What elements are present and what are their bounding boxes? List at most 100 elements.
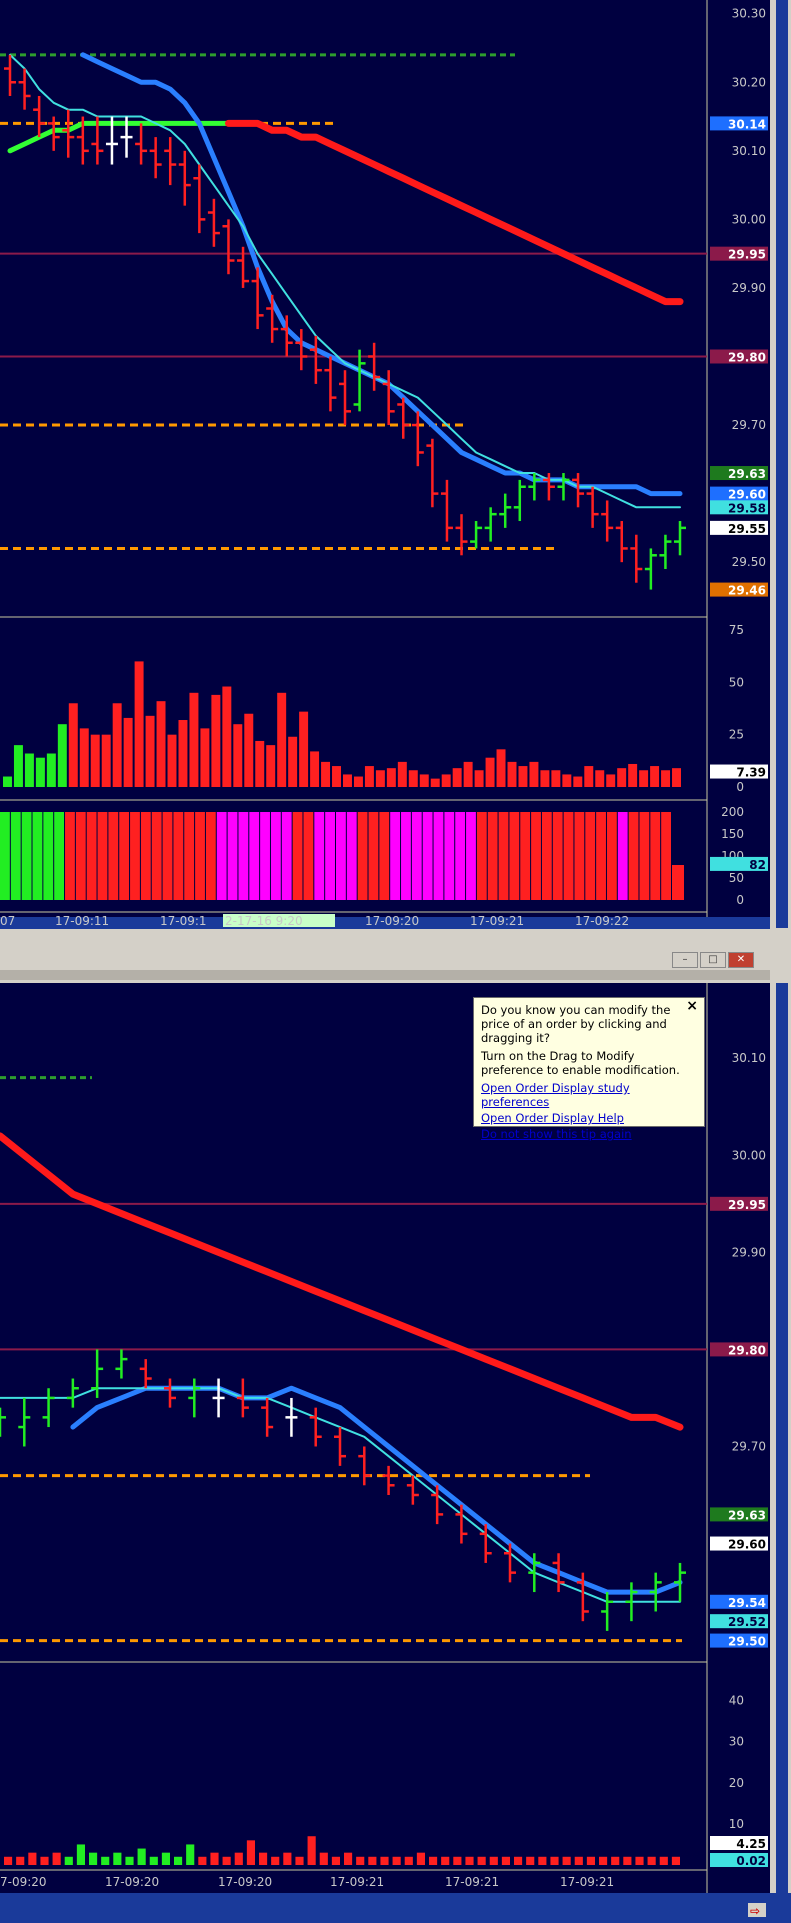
tip-link-dismiss[interactable]: Do not show this tip again: [481, 1127, 697, 1141]
indicator-bar: [260, 812, 270, 900]
volume-bar: [246, 1840, 255, 1865]
volume-bar: [211, 694, 221, 787]
indicator-bar: [628, 812, 639, 900]
volume-bar: [380, 1856, 389, 1865]
price-axis-label: 30.30: [732, 7, 766, 21]
volume-bar: [356, 1856, 365, 1865]
volume-bar: [518, 766, 528, 787]
indicator-bar: [336, 812, 346, 900]
top-scrollbar[interactable]: [776, 0, 788, 928]
time-axis-label: 2-17-16 9:20: [225, 914, 303, 928]
price-axis-label: 30.10: [732, 1051, 766, 1065]
volume-bar: [408, 770, 418, 787]
indicator-bar: [379, 812, 390, 900]
volume-bar: [628, 763, 638, 787]
indicator-bar: [455, 812, 466, 900]
volume-bar: [123, 717, 133, 787]
volume-axis-label: 10: [729, 1817, 744, 1831]
indicator-tag-label: 82: [749, 858, 766, 872]
volume-bar: [441, 1856, 450, 1865]
volume-bar: [562, 774, 572, 787]
volume-bar: [353, 776, 363, 787]
volume-bar: [89, 1852, 98, 1865]
indicator-bar: [238, 812, 249, 900]
volume-bar: [299, 711, 309, 787]
indicator-bar: [216, 812, 227, 900]
volume-bar: [186, 1844, 195, 1865]
indicator-bar: [184, 812, 195, 900]
volume-bar: [562, 1856, 571, 1865]
price-tag-label: 29.52: [728, 1615, 766, 1629]
price-tag-label: 29.58: [728, 501, 766, 515]
bottom-window-toolbar: [0, 970, 770, 980]
indicator-bar: [65, 812, 75, 900]
volume-bar: [178, 720, 188, 787]
price-axis-label: 30.10: [732, 144, 766, 158]
indicator-bar: [21, 812, 32, 900]
tip-close-button[interactable]: ×: [686, 999, 698, 1013]
indicator-bar: [552, 812, 563, 900]
volume-bar: [198, 1856, 207, 1865]
price-tag-label: 29.50: [728, 1635, 766, 1649]
volume-bar: [79, 728, 89, 787]
indicator-bar: [108, 812, 119, 900]
price-tag-label: 29.46: [728, 584, 766, 598]
volume-bar: [40, 1856, 49, 1865]
price-axis-label: 29.70: [732, 1439, 766, 1453]
volume-bar: [68, 703, 78, 787]
indicator-bar: [476, 812, 487, 900]
volume-bar: [453, 1856, 462, 1865]
volume-bar: [13, 745, 23, 787]
tip-link-help[interactable]: Open Order Display Help: [481, 1111, 697, 1125]
minimize-button[interactable]: –: [672, 952, 698, 968]
indicator-bar: [249, 812, 260, 900]
volume-bar: [647, 1856, 656, 1865]
volume-tag-label: 4.25: [736, 1837, 766, 1851]
maximize-button[interactable]: □: [700, 952, 726, 968]
volume-axis-label: 75: [729, 623, 744, 637]
indicator-bar: [520, 812, 531, 900]
volume-bar: [277, 692, 287, 787]
indicator-bar: [606, 812, 617, 900]
volume-bar: [167, 734, 177, 787]
indicator-bar: [75, 812, 86, 900]
time-axis-label: 7-09:20: [0, 1875, 47, 1889]
close-window-button[interactable]: ✕: [728, 952, 754, 968]
price-tag-label: 29.60: [728, 1538, 766, 1552]
tip-link-preferences[interactable]: Open Order Display study preferences: [481, 1081, 697, 1109]
volume-bar: [404, 1856, 413, 1865]
volume-bar: [574, 1856, 583, 1865]
indicator-axis-label: 50: [729, 871, 744, 885]
indicator-bar: [325, 812, 335, 900]
indicator-bar: [639, 812, 650, 900]
indicator-axis-label: 150: [721, 827, 744, 841]
time-axis-label: 17-09:11: [55, 914, 109, 928]
volume-axis-label: 30: [729, 1735, 744, 1749]
indicator-bar: [162, 812, 173, 900]
volume-bar: [386, 768, 396, 787]
volume-bar: [113, 1852, 122, 1865]
volume-bar: [101, 1856, 110, 1865]
volume-bar: [233, 724, 243, 787]
time-axis-label: 17-09:21: [470, 914, 524, 928]
price-axis-label: 29.90: [732, 1245, 766, 1259]
volume-bar: [145, 715, 155, 787]
time-axis-label: 17-09:20: [365, 914, 419, 928]
volume-bar: [35, 757, 45, 787]
volume-bar: [617, 768, 627, 787]
volume-bar: [344, 1852, 353, 1865]
bottom-frame: [0, 1893, 791, 1923]
volume-bar: [672, 768, 681, 787]
indicator-bar: [574, 812, 585, 900]
volume-bar: [368, 1856, 377, 1865]
volume-bar: [485, 757, 495, 787]
indicator-bar: [130, 812, 140, 900]
volume-axis-label: 50: [729, 675, 744, 689]
volume-bar: [419, 774, 429, 787]
indicator-bar: [401, 812, 411, 900]
volume-bar: [16, 1856, 25, 1865]
volume-bar: [397, 761, 407, 787]
volume-bar: [101, 734, 111, 787]
bottom-scrollbar[interactable]: [776, 983, 788, 1893]
volume-bar: [635, 1856, 644, 1865]
